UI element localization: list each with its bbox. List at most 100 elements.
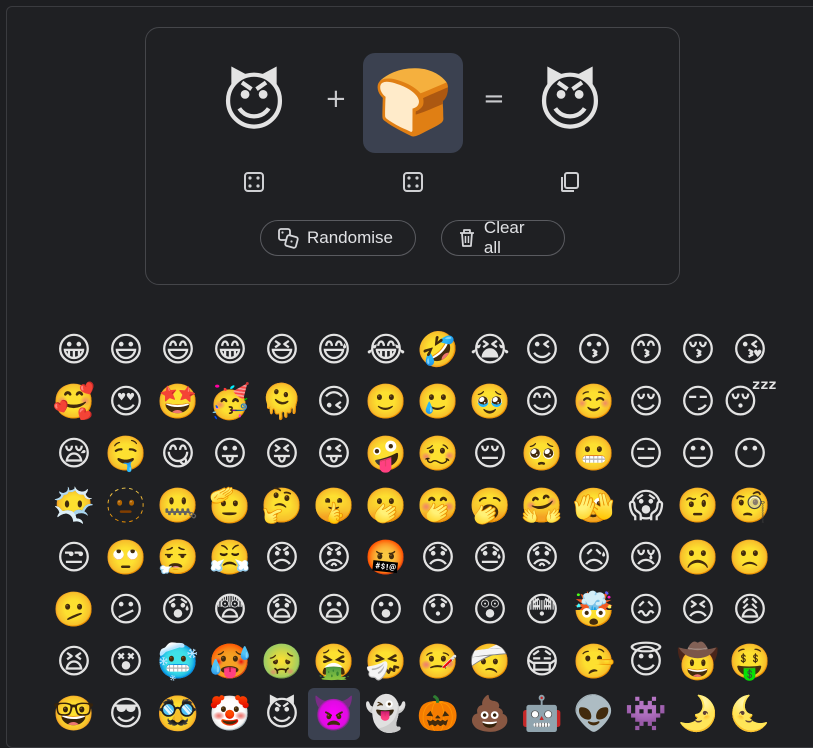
emoji-option[interactable]: 😰 — [152, 584, 204, 636]
emoji-option[interactable]: 🥲 — [412, 376, 464, 428]
emoji-option[interactable]: 🫣 — [568, 480, 620, 532]
emoji-option[interactable]: 🤐 — [152, 480, 204, 532]
emoji-option[interactable]: 😘 — [724, 324, 776, 376]
emoji-option[interactable]: 👽 — [568, 688, 620, 740]
emoji-option[interactable]: 😙 — [620, 324, 672, 376]
emoji-option[interactable]: 🫠 — [256, 376, 308, 428]
emoji-option[interactable]: 😎 — [100, 688, 152, 740]
emoji-option[interactable]: 🤤 — [100, 428, 152, 480]
emoji-option[interactable]: 😢 — [620, 532, 672, 584]
emoji-option[interactable]: 😀 — [48, 324, 100, 376]
emoji-option[interactable]: 😐 — [672, 428, 724, 480]
emoji-option[interactable]: 🧐 — [724, 480, 776, 532]
emoji-option[interactable]: 😱 — [620, 480, 672, 532]
emoji-option[interactable]: 😶 — [724, 428, 776, 480]
emoji-option[interactable]: 🎃 — [412, 688, 464, 740]
emoji-option[interactable]: 😜 — [308, 428, 360, 480]
emoji-option[interactable]: 😮 — [360, 584, 412, 636]
emoji-option[interactable]: 😧 — [256, 584, 308, 636]
emoji-option[interactable]: 😕 — [100, 584, 152, 636]
clear-all-button[interactable]: Clear all — [441, 218, 565, 257]
emoji-option[interactable]: 🤨 — [672, 480, 724, 532]
emoji-option[interactable]: ☺️ — [568, 376, 620, 428]
emoji-option[interactable]: 😩 — [724, 584, 776, 636]
emoji-option[interactable]: 🤖 — [516, 688, 568, 740]
randomise-right-button[interactable] — [400, 169, 426, 195]
randomise-left-button[interactable] — [241, 169, 267, 195]
emoji-option[interactable]: 😂 — [360, 324, 412, 376]
emoji-option[interactable]: 😓 — [464, 532, 516, 584]
emoji-option[interactable]: 😥 — [568, 532, 620, 584]
emoji-option[interactable]: 😅 — [308, 324, 360, 376]
emoji-option[interactable]: 😒 — [48, 532, 100, 584]
emoji-option[interactable]: 🤥 — [568, 636, 620, 688]
emoji-option[interactable]: 🤪 — [360, 428, 412, 480]
emoji-option[interactable]: 🥹 — [464, 376, 516, 428]
emoji-option[interactable]: 😵 — [100, 636, 152, 688]
emoji-option[interactable]: 😶‍🌫️ — [48, 480, 100, 532]
emoji-option[interactable]: 😨 — [204, 584, 256, 636]
emoji-option[interactable]: 🫥 — [100, 480, 152, 532]
emoji-option[interactable]: 😛 — [204, 428, 256, 480]
emoji-option[interactable]: 😌 — [620, 376, 672, 428]
emoji-option[interactable]: 😫 — [48, 636, 100, 688]
emoji-option[interactable]: 🫤 — [48, 584, 100, 636]
emoji-option[interactable]: 🤓 — [48, 688, 100, 740]
randomise-button[interactable]: Randomise — [260, 220, 416, 256]
emoji-option[interactable]: 🤢 — [256, 636, 308, 688]
emoji-option[interactable]: 😲 — [464, 584, 516, 636]
emoji-option[interactable]: 🤧 — [360, 636, 412, 688]
emoji-option[interactable]: 😗 — [568, 324, 620, 376]
emoji-option[interactable]: 😊 — [516, 376, 568, 428]
emoji-option[interactable]: 🌛 — [672, 688, 724, 740]
emoji-option[interactable]: 😃 — [100, 324, 152, 376]
emoji-option[interactable]: 😡 — [308, 532, 360, 584]
right-emoji-slot[interactable]: 🍞 — [363, 53, 463, 153]
emoji-option[interactable]: 🫡 — [204, 480, 256, 532]
emoji-option[interactable]: 😦 — [308, 584, 360, 636]
emoji-option[interactable]: 🤬 — [360, 532, 412, 584]
emoji-option[interactable]: 😯 — [412, 584, 464, 636]
emoji-option[interactable]: 😑 — [620, 428, 672, 480]
emoji-option[interactable]: 😁 — [204, 324, 256, 376]
emoji-option[interactable]: 🥺 — [516, 428, 568, 480]
emoji-option[interactable]: 🤑 — [724, 636, 776, 688]
emoji-option[interactable]: 😤 — [204, 532, 256, 584]
emoji-option[interactable]: 🤒 — [412, 636, 464, 688]
emoji-option[interactable]: 😞 — [412, 532, 464, 584]
emoji-option[interactable]: ☹️ — [672, 532, 724, 584]
emoji-option[interactable]: 🤡 — [204, 688, 256, 740]
emoji-option[interactable]: 🤣 — [412, 324, 464, 376]
emoji-option[interactable]: 🥶 — [152, 636, 204, 688]
emoji-option[interactable]: 🥱 — [464, 480, 516, 532]
emoji-option[interactable]: 🥰 — [48, 376, 100, 428]
emoji-option[interactable]: 🤗 — [516, 480, 568, 532]
emoji-option[interactable]: 😬 — [568, 428, 620, 480]
emoji-option[interactable]: 😚 — [672, 324, 724, 376]
emoji-option[interactable]: 😔 — [464, 428, 516, 480]
emoji-option[interactable]: 😝 — [256, 428, 308, 480]
emoji-option[interactable]: 💩 — [464, 688, 516, 740]
emoji-option[interactable]: 🫢 — [360, 480, 412, 532]
emoji-option[interactable]: 😪 — [48, 428, 100, 480]
emoji-option[interactable]: 😏 — [672, 376, 724, 428]
emoji-option[interactable]: 😣 — [672, 584, 724, 636]
emoji-option[interactable]: 🤠 — [672, 636, 724, 688]
emoji-option[interactable]: 😄 — [152, 324, 204, 376]
emoji-option[interactable]: 😮‍💨 — [152, 532, 204, 584]
emoji-option[interactable]: 🤔 — [256, 480, 308, 532]
emoji-option[interactable]: 😳 — [516, 584, 568, 636]
emoji-option[interactable]: 😋 — [152, 428, 204, 480]
emoji-option[interactable]: 🤩 — [152, 376, 204, 428]
emoji-option[interactable]: 🙂 — [360, 376, 412, 428]
emoji-option[interactable]: 🤫 — [308, 480, 360, 532]
emoji-option[interactable]: 🥸 — [152, 688, 204, 740]
emoji-option[interactable]: 😟 — [516, 532, 568, 584]
emoji-option[interactable]: 😠 — [256, 532, 308, 584]
left-emoji-slot[interactable]: 😈 — [204, 53, 304, 153]
emoji-option[interactable]: 🤮 — [308, 636, 360, 688]
emoji-option[interactable]: 😴 — [723, 376, 778, 428]
emoji-option[interactable]: 🤕 — [464, 636, 516, 688]
emoji-option[interactable]: 😭 — [464, 324, 516, 376]
emoji-option[interactable]: 😷 — [516, 636, 568, 688]
